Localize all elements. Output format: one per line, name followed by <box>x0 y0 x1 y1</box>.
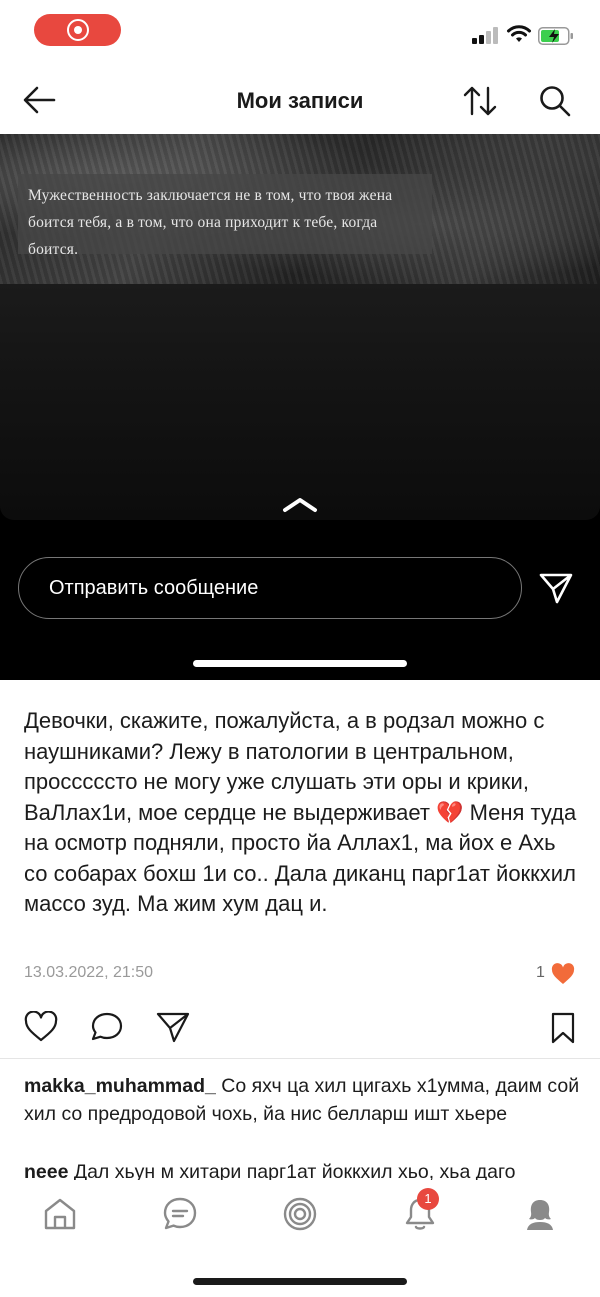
post-timestamp: 13.03.2022, 21:50 <box>24 964 154 981</box>
like-count: 1 <box>536 964 545 981</box>
comment-author[interactable]: neee <box>24 1161 68 1180</box>
story-quote: Мужественность заключается не в том, что… <box>28 187 393 258</box>
app-header: Мои записи <box>0 66 600 134</box>
story-viewer[interactable]: Мужественность заключается не в том, что… <box>0 134 600 680</box>
comment-text: Дал хьун м хитари парг1ат йоккхил хьо, х… <box>73 1161 516 1180</box>
divider <box>0 1058 600 1059</box>
story-body <box>0 284 600 520</box>
share-icon[interactable] <box>156 1011 190 1043</box>
home-indicator <box>193 1278 407 1285</box>
comment-icon[interactable] <box>90 1011 124 1043</box>
comment-author[interactable]: makka_muhammad_ <box>24 1075 216 1097</box>
sort-icon[interactable] <box>462 84 498 118</box>
message-placeholder: Отправить сообщение <box>49 577 259 599</box>
profile-icon[interactable] <box>522 1196 558 1232</box>
wifi-icon <box>507 25 531 42</box>
like-icon[interactable] <box>24 1011 58 1043</box>
send-icon[interactable] <box>538 571 574 605</box>
screen-recording-indicator[interactable] <box>34 14 121 46</box>
chevron-up-icon[interactable] <box>282 496 318 514</box>
target-icon[interactable] <box>282 1196 318 1232</box>
page-title: Мои записи <box>236 88 364 113</box>
signal-icon <box>472 26 502 44</box>
heart-filled-icon <box>551 963 575 984</box>
comment-item[interactable]: makka_muhammad_ Со яхч ца хил цигахь х1у… <box>24 1072 584 1128</box>
status-bar <box>0 0 600 66</box>
bookmark-icon[interactable] <box>550 1011 576 1045</box>
chat-icon[interactable] <box>162 1196 198 1232</box>
search-icon[interactable] <box>538 84 572 118</box>
home-indicator-dark <box>193 660 407 667</box>
notification-badge: 1 <box>417 1188 439 1210</box>
battery-icon <box>538 27 573 45</box>
post-actions <box>0 1011 600 1047</box>
message-input[interactable]: Отправить сообщение <box>18 557 522 619</box>
comment-item[interactable]: neee Дал хьун м хитари парг1ат йоккхил х… <box>24 1158 584 1180</box>
post-text: Девочки, скажите, пожалуйста, а в родзал… <box>24 708 577 916</box>
home-icon[interactable] <box>42 1196 78 1232</box>
